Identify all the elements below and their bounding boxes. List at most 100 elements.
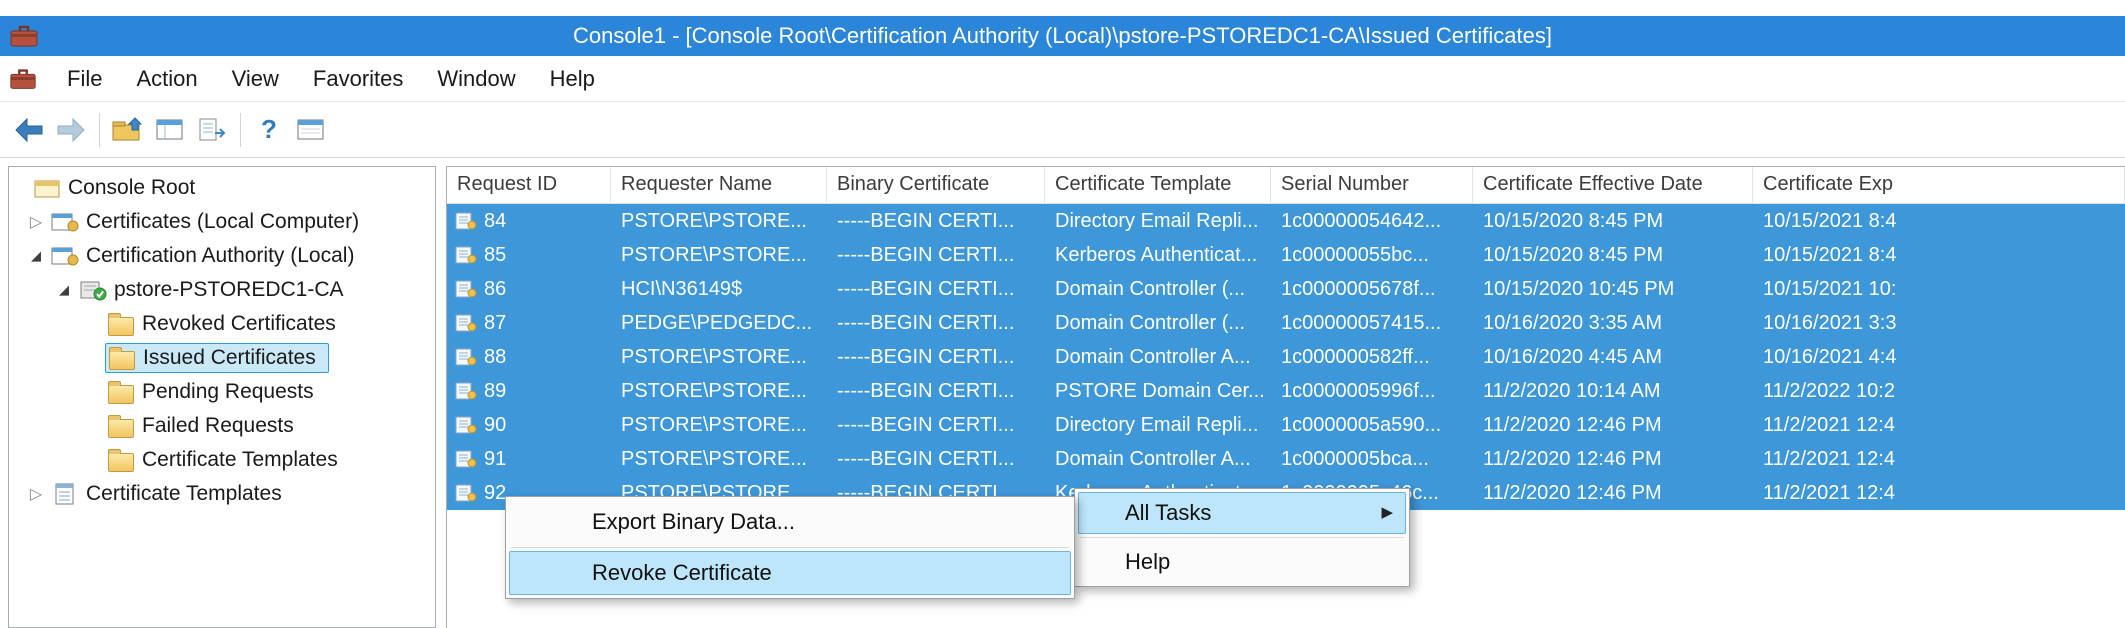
table-row[interactable]: 89 PSTORE\PSTORE... -----BEGIN CERTI... … xyxy=(447,374,2125,408)
cell-requester-name: PSTORE\PSTORE... xyxy=(611,374,827,408)
show-console-tree-button[interactable] xyxy=(149,109,191,151)
table-row[interactable]: 87 PEDGE\PEDGEDC... -----BEGIN CERTI... … xyxy=(447,306,2125,340)
cell-request-id: 86 xyxy=(447,272,611,306)
toolbar-separator xyxy=(240,113,241,147)
column-header-serial-number[interactable]: Serial Number xyxy=(1271,167,1473,203)
new-window-button[interactable] xyxy=(290,109,332,151)
help-button[interactable]: ? xyxy=(248,109,290,151)
folder-icon xyxy=(105,380,137,404)
cell-requester-name: HCI\N36149$ xyxy=(611,272,827,306)
cell-serial-number: 1c00000057415... xyxy=(1271,306,1473,340)
cell-certificate-template: Domain Controller A... xyxy=(1045,442,1271,476)
chevron-expanded-icon[interactable]: ◢ xyxy=(51,282,77,298)
tree-item-label: Certificates (Local Computer) xyxy=(86,210,359,234)
folder-icon xyxy=(105,414,137,438)
certificate-icon xyxy=(455,246,477,264)
column-header-expiration-date[interactable]: Certificate Exp xyxy=(1753,167,2125,203)
certificate-icon xyxy=(455,280,477,298)
up-one-level-button[interactable] xyxy=(107,109,149,151)
cell-expiration-date: 10/16/2021 3:3 xyxy=(1753,306,2125,340)
tree-item-console-root[interactable]: Console Root xyxy=(9,171,435,205)
cell-effective-date: 10/16/2020 4:45 AM xyxy=(1473,340,1753,374)
menu-window[interactable]: Window xyxy=(420,56,532,101)
certificates-snapin-icon xyxy=(49,210,81,234)
cell-requester-name: PSTORE\PSTORE... xyxy=(611,238,827,272)
cell-binary-certificate: -----BEGIN CERTI... xyxy=(827,340,1045,374)
cell-request-id: 84 xyxy=(447,204,611,238)
tree-item-label: Pending Requests xyxy=(142,380,314,404)
tree-item-certificate-templates-folder[interactable]: Certificate Templates xyxy=(9,443,435,477)
column-header-requester-name[interactable]: Requester Name xyxy=(611,167,827,203)
cell-expiration-date: 10/15/2021 10: xyxy=(1753,272,2125,306)
cell-request-id: 91 xyxy=(447,442,611,476)
cell-binary-certificate: -----BEGIN CERTI... xyxy=(827,374,1045,408)
tree-item-label: pstore-PSTOREDC1-CA xyxy=(114,278,344,302)
tree-item-pending-requests[interactable]: Pending Requests xyxy=(9,375,435,409)
table-row[interactable]: 90 PSTORE\PSTORE... -----BEGIN CERTI... … xyxy=(447,408,2125,442)
table-row[interactable]: 88 PSTORE\PSTORE... -----BEGIN CERTI... … xyxy=(447,340,2125,374)
table-row[interactable]: 84 PSTORE\PSTORE... -----BEGIN CERTI... … xyxy=(447,204,2125,238)
cell-effective-date: 11/2/2020 12:46 PM xyxy=(1473,442,1753,476)
cell-requester-name: PSTORE\PSTORE... xyxy=(611,408,827,442)
toolbar: ? xyxy=(0,102,2125,158)
cell-effective-date: 11/2/2020 12:46 PM xyxy=(1473,476,1753,510)
cell-serial-number: 1c00000055bc... xyxy=(1271,238,1473,272)
table-row[interactable]: 86 HCI\N36149$ -----BEGIN CERTI... Domai… xyxy=(447,272,2125,306)
menu-help[interactable]: Help xyxy=(533,56,612,101)
cell-request-id: 89 xyxy=(447,374,611,408)
tree-item-revoked-certificates[interactable]: Revoked Certificates xyxy=(9,307,435,341)
certificate-icon xyxy=(455,348,477,366)
cell-binary-certificate: -----BEGIN CERTI... xyxy=(827,442,1045,476)
cell-serial-number: 1c00000054642... xyxy=(1271,204,1473,238)
list-header: Request ID Requester Name Binary Certifi… xyxy=(447,167,2125,204)
cell-expiration-date: 11/2/2021 12:4 xyxy=(1753,442,2125,476)
export-list-button[interactable] xyxy=(191,109,233,151)
cell-certificate-template: Domain Controller (... xyxy=(1045,306,1271,340)
tree-item-pstore-ca[interactable]: ◢ pstore-PSTOREDC1-CA xyxy=(9,273,435,307)
menu-separator xyxy=(1080,537,1404,538)
back-button[interactable] xyxy=(8,109,50,151)
console-tree-pane: Console Root ▷ Certificates (Local Compu… xyxy=(8,166,436,628)
column-header-binary-certificate[interactable]: Binary Certificate xyxy=(827,167,1045,203)
submenu-arrow-icon: ▶ xyxy=(1381,493,1393,533)
certificate-icon xyxy=(455,416,477,434)
cell-effective-date: 10/16/2020 3:35 AM xyxy=(1473,306,1753,340)
table-row[interactable]: 91 PSTORE\PSTORE... -----BEGIN CERTI... … xyxy=(447,442,2125,476)
menu-view[interactable]: View xyxy=(215,56,296,101)
menu-item-help[interactable]: Help xyxy=(1078,541,1406,583)
forward-button[interactable] xyxy=(50,109,92,151)
cell-requester-name: PSTORE\PSTORE... xyxy=(611,204,827,238)
window-title: Console1 - [Console Root\Certification A… xyxy=(0,16,2125,56)
cell-serial-number: 1c0000005678f... xyxy=(1271,272,1473,306)
cell-effective-date: 10/15/2020 8:45 PM xyxy=(1473,238,1753,272)
chevron-collapsed-icon[interactable]: ▷ xyxy=(23,212,49,232)
cell-expiration-date: 11/2/2021 12:4 xyxy=(1753,408,2125,442)
tree-item-certificates-local-computer[interactable]: ▷ Certificates (Local Computer) xyxy=(9,205,435,239)
table-row[interactable]: 85 PSTORE\PSTORE... -----BEGIN CERTI... … xyxy=(447,238,2125,272)
column-header-request-id[interactable]: Request ID xyxy=(447,167,611,203)
chevron-expanded-icon[interactable]: ◢ xyxy=(23,248,49,264)
cell-request-id: 88 xyxy=(447,340,611,374)
cell-effective-date: 10/15/2020 8:45 PM xyxy=(1473,204,1753,238)
chevron-collapsed-icon[interactable]: ▷ xyxy=(23,484,49,504)
certificate-icon xyxy=(455,382,477,400)
cell-expiration-date: 10/16/2021 4:4 xyxy=(1753,340,2125,374)
tree-item-issued-certificates[interactable]: Issued Certificates xyxy=(9,341,435,375)
column-header-certificate-template[interactable]: Certificate Template xyxy=(1045,167,1271,203)
cell-effective-date: 11/2/2020 10:14 AM xyxy=(1473,374,1753,408)
menu-favorites[interactable]: Favorites xyxy=(296,56,420,101)
menu-action[interactable]: Action xyxy=(119,56,214,101)
ca-server-check-icon xyxy=(77,278,109,302)
tree-selection-highlight: Issued Certificates xyxy=(105,343,329,373)
certification-authority-icon xyxy=(49,244,81,268)
all-tasks-submenu: Export Binary Data... Revoke Certificate xyxy=(505,496,1075,599)
cell-binary-certificate: -----BEGIN CERTI... xyxy=(827,272,1045,306)
column-header-effective-date[interactable]: Certificate Effective Date xyxy=(1473,167,1753,203)
menu-item-export-binary-data[interactable]: Export Binary Data... xyxy=(509,500,1071,544)
tree-item-certification-authority[interactable]: ◢ Certification Authority (Local) xyxy=(9,239,435,273)
menu-file[interactable]: File xyxy=(50,56,119,101)
tree-item-failed-requests[interactable]: Failed Requests xyxy=(9,409,435,443)
menu-item-revoke-certificate[interactable]: Revoke Certificate xyxy=(509,551,1071,595)
menu-item-all-tasks[interactable]: All Tasks ▶ xyxy=(1078,492,1406,534)
tree-item-certificate-templates-snapin[interactable]: ▷ Certificate Templates xyxy=(9,477,435,511)
